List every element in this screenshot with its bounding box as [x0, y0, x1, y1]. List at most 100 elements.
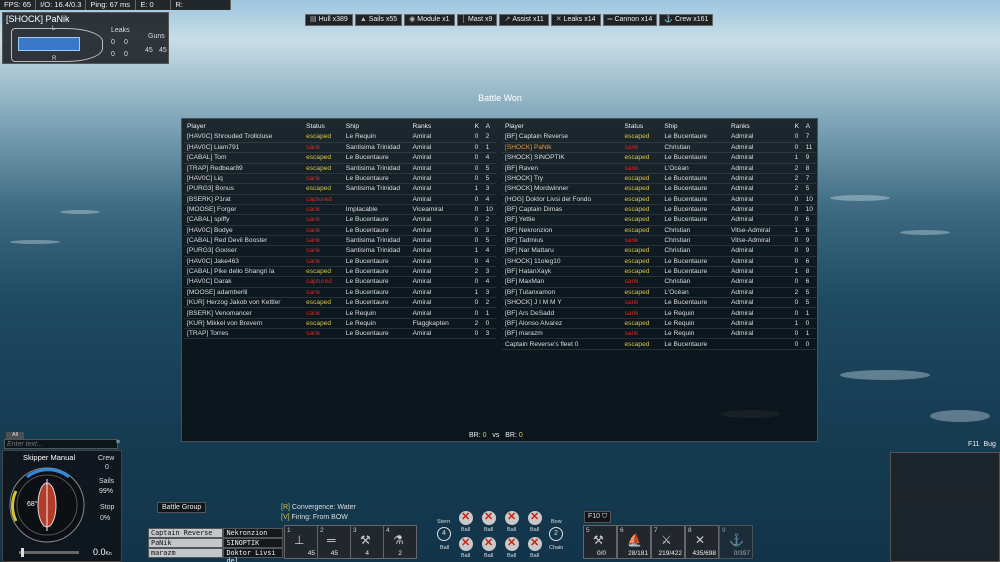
chat-input[interactable] — [4, 439, 118, 449]
battle-group-title: Battle Group — [157, 502, 207, 513]
player-kills: 0 — [471, 256, 483, 267]
player-row[interactable]: [BF] Captain Dimas escaped Le Bucentaure Ad… — [502, 204, 816, 216]
player-status: sank — [621, 142, 662, 154]
chat-tab-all[interactable]: All — [6, 432, 24, 439]
player-row[interactable]: [HAV0C] Bodye sank Le Bucentaure Amiral 0 3 — [184, 225, 496, 236]
player-rank: Amiral — [409, 235, 472, 247]
player-row[interactable]: [SHOCK] Try escaped Le Bucentaure Admiral 2 7 — [502, 173, 816, 185]
group-member[interactable]: Doktor Livsi del — [223, 548, 283, 562]
player-row[interactable]: [SHOCK] SINOPTIK escaped Le Bucentaure Admi… — [502, 152, 816, 164]
group-member[interactable]: SINOPTIK — [223, 538, 283, 548]
player-row[interactable]: [HAV0C] Jake463 sank Le Bucentaure Amiral 0 4 — [184, 256, 496, 267]
player-row[interactable]: [KUR] Mikkel von Brevern escaped Le Requin… — [184, 318, 496, 330]
cannon-disabled-icon[interactable] — [482, 536, 496, 551]
leaks-value: 0 — [111, 39, 115, 46]
chat-menu-icon[interactable]: ≡ — [116, 439, 120, 446]
player-name: [BF] Raven — [502, 163, 622, 174]
player-row[interactable]: [CABAL] Pike dello Shangri la escaped Le B… — [184, 266, 496, 278]
team-right-table: Player Status Ship Ranks K A [BF] Captai… — [502, 121, 816, 350]
cannon-disabled-icon[interactable] — [459, 510, 473, 525]
cannon-disabled-icon[interactable] — [505, 510, 519, 525]
group-member[interactable]: Nekronzion — [223, 528, 283, 538]
hotbar-slot-3[interactable]: 3 ⚒ 4 — [350, 525, 384, 559]
hotbar-slot-6[interactable]: 6 ⛵ 28/181 — [617, 525, 651, 559]
hotbar-slot-5[interactable]: 5 ⚒ 0/0 — [583, 525, 617, 559]
player-row[interactable]: [MOOSE] Forger sank Implacable Viceamiral 0 1… — [184, 204, 496, 216]
player-row[interactable]: [PURG3] Bonus escaped Santisima Trinidad Am… — [184, 183, 496, 195]
player-ship: Le Bucentaure — [342, 173, 410, 185]
br-vs: vs — [492, 432, 500, 439]
minimap[interactable] — [890, 452, 1000, 562]
player-row[interactable]: [SHOCK] J I M M Ysank Le Bucentaure Admira… — [502, 297, 816, 309]
cannon-disabled-icon[interactable] — [505, 536, 519, 551]
hotbar-slot-8[interactable]: 8 ✕ 435/698 — [685, 525, 719, 559]
player-assists: 2 — [482, 214, 496, 226]
player-status: sank — [621, 307, 662, 319]
player-status: sank — [621, 297, 662, 309]
player-row[interactable]: [CABAL] spiffy sank Le Bucentaure Amiral 0 2 — [184, 214, 496, 226]
hotbar-slot-4[interactable]: 4 ⚗ 2 — [383, 525, 417, 559]
player-row[interactable]: [MOOSE] adamberlil sank Le Bucentaure Amira… — [184, 287, 496, 299]
player-row[interactable]: [BSERK] P1rat captured Amiral 0 4 — [184, 194, 496, 205]
player-row[interactable]: [TRAP] Redbear89 escaped Santisima Trinida… — [184, 163, 496, 174]
chat-area: All ≡ — [2, 432, 120, 450]
group-member[interactable]: PaNik — [148, 538, 224, 548]
player-row[interactable]: [BF] Captain Reverse escaped Le Bucentaure… — [502, 132, 816, 143]
player-row[interactable]: [HAV0C] Liq sank Le Bucentaure Amiral 0 5 — [184, 173, 496, 185]
battle-group-row[interactable]: marazm Doktor Livsi del — [148, 548, 283, 562]
player-status: escaped — [303, 183, 343, 195]
player-row[interactable]: [HAV0C] Darak captured Le Bucentaure Amiral… — [184, 276, 496, 288]
player-assists: 4 — [482, 256, 496, 267]
player-assists: 5 — [482, 173, 496, 185]
hull-diagram: L R — [11, 26, 103, 62]
player-rank: Admiral — [727, 194, 792, 205]
rudder-slider[interactable] — [19, 548, 79, 557]
player-row[interactable]: Captain Reverse's fleet 0 escaped Le Bucen… — [502, 338, 816, 350]
player-row[interactable]: [SHOCK] Mordwinner escaped Le Bucentaure Ad… — [502, 183, 816, 195]
player-row[interactable]: [SHOCK] 11oleg10 escaped Le Bucentaure Admi… — [502, 256, 816, 267]
player-row[interactable]: [BF] marazm sank Le Requin Admiral 0 1 — [502, 328, 816, 340]
player-row[interactable]: [BF] Nar Mattaru escaped Christian Admiral 0… — [502, 245, 816, 257]
player-row[interactable]: [BF] HatanXayk escaped Le Bucentaure Admira… — [502, 266, 816, 278]
player-row[interactable]: [BSERK] Venomancer sank Le Requin Amiral 0 1 — [184, 307, 496, 319]
hotbar-slot-2[interactable]: 2 ═ 45 — [317, 525, 351, 559]
player-row[interactable]: [BF] Tadmius sank Christian Vitse-Admiral 0 9 — [502, 235, 816, 247]
cannon-disabled-icon[interactable] — [482, 510, 496, 525]
hotbar-slot-1[interactable]: 1 ⊥ 45 — [284, 525, 318, 559]
hotbar-slot-9[interactable]: 9 ⚓ 0/397 — [719, 525, 753, 559]
battle-group-row[interactable]: PaNik SINOPTIK — [148, 538, 283, 548]
header-assists: A — [485, 123, 491, 130]
group-member[interactable]: marazm — [148, 548, 224, 558]
player-row[interactable]: [HAV0C] Shrouded Trollcluse escaped Le Req… — [184, 132, 496, 143]
player-name: [BF] Yettie — [502, 214, 622, 226]
hotbar-slot-7[interactable]: 7 ⚔ 219/422 — [651, 525, 685, 559]
player-row[interactable]: [TRAP] Torres sank Le Bucentaure Amiral 0 3 — [184, 328, 496, 340]
player-kills: 0 — [791, 235, 803, 247]
cannon-disabled-icon[interactable] — [528, 536, 542, 551]
player-row[interactable]: [KUR] Herzog Jakob von Kettler escaped Le … — [184, 297, 496, 309]
player-row[interactable]: [HOG] Doktor Livsi del Fondo escaped Le Bu… — [502, 194, 816, 205]
player-row[interactable]: [PURG3] Gooser sank Santisima Trinidad Amir… — [184, 245, 496, 257]
player-row[interactable]: [CABAL] Red Devil Booster sank Santisima T… — [184, 235, 496, 247]
player-row[interactable]: [SHOCK] PaNik sank Christian Admiral 0 11 — [502, 142, 816, 154]
player-row[interactable]: [BF] Nekronzion escaped Christian Vitse-Adm… — [502, 225, 816, 236]
player-row[interactable]: [BF] Alonso Alvarez escaped Le Requin Admir… — [502, 318, 816, 330]
player-row[interactable]: [BF] MaxMan sank Christian Admiral 0 6 — [502, 276, 816, 288]
player-row[interactable]: [BF] Tutanxamon escaped L'Océan Admiral 2 5 — [502, 287, 816, 299]
player-row[interactable]: [HAV0C] Liam791 sank Santisima Trinidad Ami… — [184, 142, 496, 154]
player-assists: 9 — [802, 235, 816, 247]
stern-label: Stern — [437, 519, 451, 525]
cannon-disabled-icon[interactable] — [528, 510, 542, 525]
player-status: escaped — [303, 163, 343, 174]
f10-key-hint[interactable]: F10 ⛉ — [584, 511, 612, 523]
player-ship: L'Océan — [661, 287, 728, 299]
rudder-handle[interactable] — [21, 548, 24, 557]
bug-report-link[interactable]: Bug — [983, 441, 995, 448]
player-row[interactable]: [CABAL] Tom escaped Le Bucentaure Amiral 0 4 — [184, 152, 496, 164]
player-row[interactable]: [BF] Raven sank L'Océan Admiral 2 8 — [502, 163, 816, 174]
cannon-disabled-icon[interactable] — [459, 536, 473, 551]
battle-group-row[interactable]: Captain Reverse Nekronzion — [148, 528, 283, 538]
player-row[interactable]: [BF] Yettie escaped Le Bucentaure Admiral 0 6 — [502, 214, 816, 226]
group-member[interactable]: Captain Reverse — [148, 528, 224, 538]
player-row[interactable]: [BF] Ars DeSadd sank Le Requin Admiral 0 1 — [502, 307, 816, 319]
